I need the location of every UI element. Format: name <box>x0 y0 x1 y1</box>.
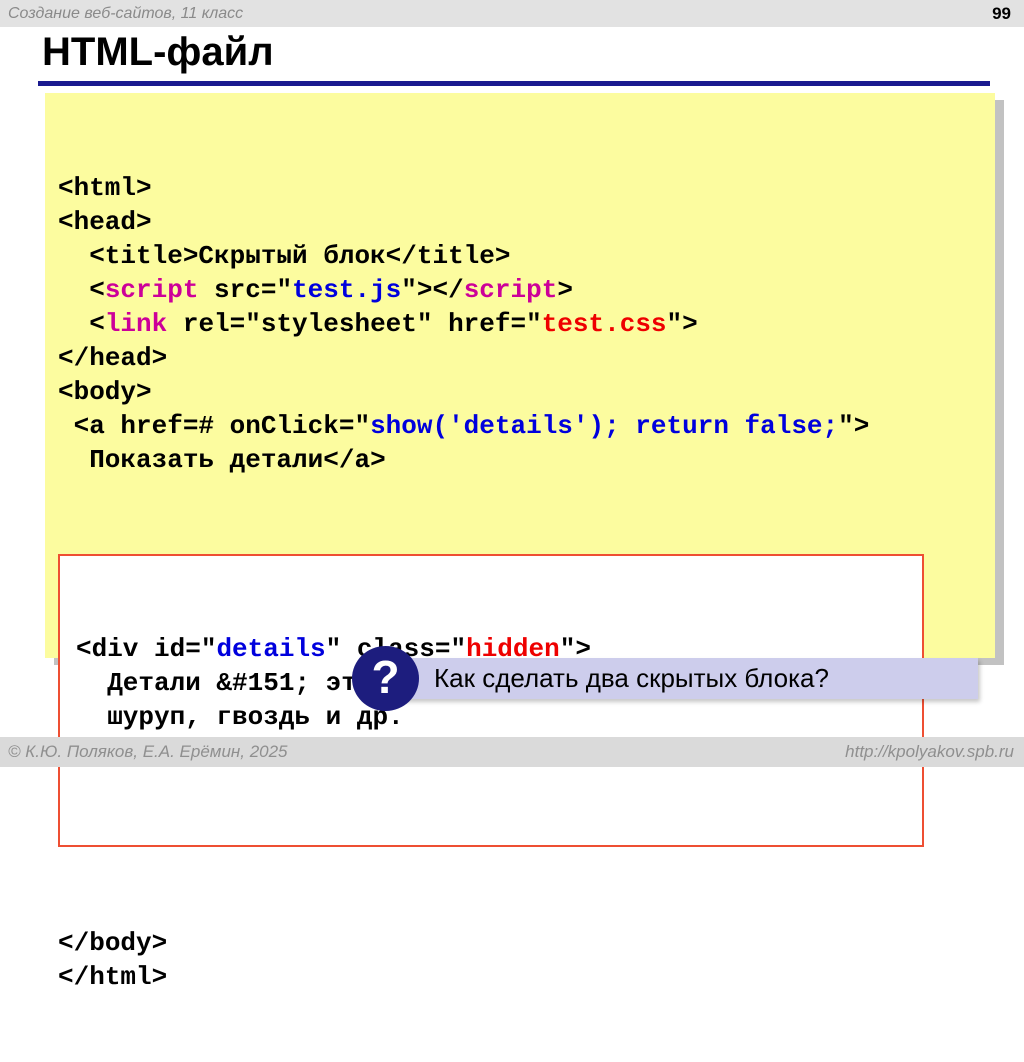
code-line: </head> <box>58 341 995 375</box>
code-line: <title>Скрытый блок</title> <box>58 239 995 273</box>
question-banner: Как сделать два скрытых блока? <box>368 658 978 699</box>
question-icon: ? <box>352 646 419 711</box>
header-bar: Создание веб-сайтов, 11 класс 99 <box>0 0 1024 27</box>
title-underline <box>38 81 990 86</box>
code-line: <body> <box>58 375 995 409</box>
code-lines-top: <html><head> <title>Скрытый блок</title>… <box>58 171 995 477</box>
copyright: © К.Ю. Поляков, Е.А. Ерёмин, 2025 <box>8 742 288 762</box>
code-block: <html><head> <title>Скрытый блок</title>… <box>45 93 995 658</box>
course-title: Создание веб-сайтов, 11 класс <box>8 5 243 23</box>
code-line: <link rel="stylesheet" href="test.css"> <box>58 307 995 341</box>
code-line: шуруп, гвоздь и др. <box>76 700 922 734</box>
page-title: HTML-файл <box>42 30 274 75</box>
code-line: </body> <box>58 926 995 960</box>
code-lines-bottom: </body></html> <box>58 926 995 994</box>
question-text: Как сделать два скрытых блока? <box>434 663 829 694</box>
site-url: http://kpolyakov.spb.ru <box>845 742 1014 762</box>
code-line: <script src="test.js"></script> <box>58 273 995 307</box>
footer-bar: © К.Ю. Поляков, Е.А. Ерёмин, 2025 http:/… <box>0 737 1024 767</box>
question-mark-glyph: ? <box>371 654 399 704</box>
code-line: <a href=# onClick="show('details'); retu… <box>58 409 995 443</box>
slide-root: Создание веб-сайтов, 11 класс 99 HTML-фа… <box>0 0 1024 767</box>
code-line: </html> <box>58 960 995 994</box>
details-box: <div id="details" class="hidden"> Детали… <box>58 554 924 847</box>
code-line: <html> <box>58 171 995 205</box>
page-number: 99 <box>992 4 1011 24</box>
code-line: Показать детали</a> <box>58 443 995 477</box>
code-line: <head> <box>58 205 995 239</box>
